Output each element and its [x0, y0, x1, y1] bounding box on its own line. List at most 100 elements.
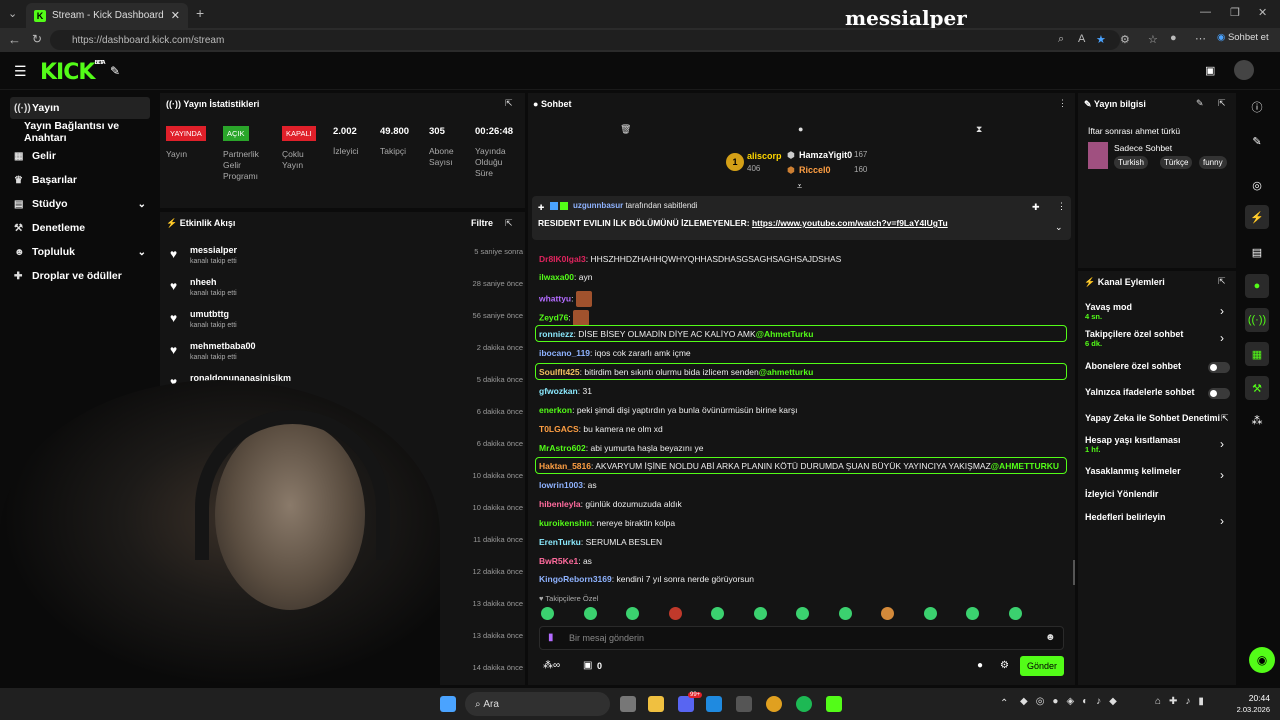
tab-list-icon[interactable]: ⌄ — [8, 7, 17, 20]
edit-icon[interactable]: ✎ — [1196, 98, 1204, 109]
emote-icon[interactable] — [881, 607, 894, 620]
chat-username[interactable]: lowrin1003 — [539, 480, 583, 490]
chat-message[interactable]: Zeyd76: — [539, 310, 590, 326]
popout-icon[interactable]: ⇱ — [505, 98, 513, 109]
chat-message[interactable]: ibocano_119: iqos cok zararlı amk içme — [539, 348, 691, 358]
hammer-tool-icon[interactable]: ✎ — [110, 64, 120, 78]
emote-icon[interactable] — [541, 607, 554, 620]
chat-message[interactable]: whattyu: — [539, 291, 592, 307]
chat-username[interactable]: ronniezz — [539, 329, 573, 339]
toggle-switch[interactable] — [1208, 362, 1230, 373]
expand-icon[interactable]: ⩡ — [797, 181, 802, 192]
points-icon[interactable]: ⁂∞ — [543, 660, 560, 671]
unpin-icon[interactable]: ✚ — [1032, 202, 1040, 213]
emote-icon[interactable] — [1008, 607, 1022, 620]
browser-tab[interactable]: K Stream - Kick Dashboard ✕ — [26, 3, 188, 28]
gear-icon[interactable]: ⚙ — [1000, 660, 1009, 671]
leader-name[interactable]: aliscorp — [747, 151, 782, 161]
chest-icon[interactable]: ▣ — [583, 660, 592, 671]
reload-icon[interactable]: ↻ — [32, 32, 42, 46]
chat-username[interactable]: MrAstro602 — [539, 443, 586, 453]
chevron-right-icon[interactable]: › — [1220, 437, 1224, 451]
emote-icon[interactable] — [796, 607, 809, 620]
leader-name[interactable]: Riccel0 — [799, 165, 831, 175]
toggle-switch[interactable] — [1208, 388, 1230, 399]
kick-logo[interactable]: KICKBETA — [40, 60, 106, 85]
channel-action-item[interactable]: Takipçilere özel sohbet 6 dk. — [1085, 329, 1235, 348]
channel-action-item[interactable]: Hedefleri belirleyin — [1085, 512, 1235, 522]
chat-username[interactable]: whattyu — [539, 293, 571, 303]
task-view-icon[interactable] — [620, 696, 636, 712]
explorer-icon[interactable] — [648, 696, 664, 712]
sidebar-item-droplar[interactable]: ✚ Droplar ve ödüller — [10, 265, 150, 287]
sidebar-item-studyo[interactable]: ▤ Stüdyo ⌄ — [10, 193, 150, 215]
activity-item[interactable]: ♥ mehmetbaba00 kanalı takip etti 2 dakika ö… — [168, 341, 523, 371]
chevron-right-icon[interactable]: › — [1220, 468, 1224, 482]
emote-icon[interactable] — [966, 607, 979, 620]
chevron-right-icon[interactable]: › — [1220, 304, 1224, 318]
profile-icon[interactable]: ● — [1170, 32, 1177, 44]
chat-username[interactable]: ilwaxa00 — [539, 272, 574, 282]
category-name[interactable]: Sadece Sohbet — [1114, 143, 1172, 153]
chat-username[interactable]: kuroikenshin — [539, 518, 592, 528]
chat-message[interactable]: ronniezz: DİSE BİSEY OLMADİN DİYE AC KAL… — [539, 329, 813, 339]
chat-message[interactable]: ilwaxa00: ayn — [539, 272, 592, 282]
chat-message[interactable]: gfwozkan: 31 — [539, 386, 592, 396]
sidebar-item-stream-key[interactable]: Yayın Bağlantısı ve Anahtarı — [20, 120, 160, 144]
chat-message[interactable]: KingoReborn3169: kendini 7 yıl sonra ner… — [539, 574, 754, 584]
read-aloud-icon[interactable]: A — [1078, 33, 1085, 45]
tag[interactable]: Türkçe — [1160, 156, 1193, 169]
discord-icon[interactable] — [678, 696, 694, 712]
pinned-link[interactable]: https://www.youtube.com/watch?v=f9LaY4lU… — [752, 218, 948, 228]
chat-bubble-icon[interactable]: ● — [1245, 274, 1269, 298]
chevron-down-icon[interactable]: ⌄ — [1055, 222, 1063, 233]
close-tab-icon[interactable]: ✕ — [171, 9, 180, 22]
chat-input[interactable]: ▮ Bir mesaj gönderin ☻ — [539, 626, 1064, 650]
chat-message[interactable]: BwR5Ke1: as — [539, 556, 592, 566]
chat-username[interactable]: ibocano_119 — [539, 348, 590, 358]
chat-more-icon[interactable]: ⋮ — [1058, 98, 1067, 109]
document-icon[interactable]: ▤ — [1245, 240, 1269, 264]
chat-username[interactable]: Haktan_5816 — [539, 461, 591, 471]
channel-action-item[interactable]: Hesap yaşı kısıtlaması 1 hf. — [1085, 435, 1235, 454]
back-icon[interactable]: ← — [8, 32, 21, 47]
maximize-icon[interactable]: ❐ — [1230, 6, 1240, 19]
activity-item[interactable]: ♥ umutbttg kanalı takip etti 56 saniye önce — [168, 309, 523, 339]
taskbar-search[interactable]: ⌕ Ara — [465, 692, 610, 716]
apps-icon[interactable]: ⁂ — [1245, 408, 1269, 432]
popout-icon[interactable]: ⇱ — [505, 218, 513, 229]
sidebar-item-yayin[interactable]: ((·)) Yayın — [10, 97, 150, 119]
filter-button[interactable]: Filtre — [471, 218, 493, 228]
activity-item[interactable]: ♥ messialper kanalı takip etti 5 saniye son… — [168, 245, 523, 275]
tag[interactable]: funny — [1199, 156, 1227, 169]
camera-icon[interactable]: ◎ — [1245, 173, 1269, 197]
chat-mention[interactable]: @AhmetTurku — [756, 329, 814, 339]
pinned-by-user[interactable]: uzgunnbasur — [573, 201, 623, 210]
chevron-right-icon[interactable]: › — [1220, 514, 1224, 528]
chat-message[interactable]: enerkon: peki şimdi dişi yaptırdın ya bu… — [539, 405, 797, 415]
more-icon[interactable]: ⋯ — [1195, 32, 1206, 45]
chat-username[interactable]: Zeyd76 — [539, 312, 568, 322]
activity-username[interactable]: mehmetbaba00 — [190, 341, 256, 351]
creator-icon[interactable]: ▣ — [1205, 64, 1215, 77]
obs-icon[interactable] — [736, 696, 752, 712]
chrome-icon[interactable] — [766, 696, 782, 712]
pencil-icon[interactable]: ✎ — [1245, 129, 1269, 153]
chat-username[interactable]: KingoReborn3169 — [539, 574, 612, 584]
avatar[interactable] — [1234, 60, 1254, 80]
leader-name[interactable]: HamzaYigit0 — [799, 150, 852, 160]
bolt-icon[interactable]: ⚡ — [1245, 205, 1269, 229]
hourglass-icon[interactable]: ⧗ — [976, 124, 982, 135]
sidebar-item-basarilar[interactable]: ♛ Başarılar — [10, 169, 150, 191]
copilot-button[interactable]: ◉ Sohbet et — [1217, 32, 1269, 43]
activity-username[interactable]: umutbttg — [190, 309, 229, 319]
tray-icons[interactable]: ◆◎●◈◐♪◆ — [1020, 696, 1125, 707]
new-tab-icon[interactable]: + — [196, 5, 204, 21]
chat-message[interactable]: kuroikenshin: nereye biraktin kolpa — [539, 518, 675, 528]
tag[interactable]: Turkish — [1114, 156, 1148, 169]
chat-message[interactable]: Dr8IK0lgal3: HHSZHHDZHAHHQWHYQHHASDHASGS… — [539, 254, 841, 264]
chat-username[interactable]: Soulflt425 — [539, 367, 580, 377]
system-tray-icons[interactable]: ⌂✚♪▮ — [1155, 696, 1212, 707]
chat-username[interactable]: enerkon — [539, 405, 572, 415]
chat-username[interactable]: hibenleyla — [539, 499, 581, 509]
